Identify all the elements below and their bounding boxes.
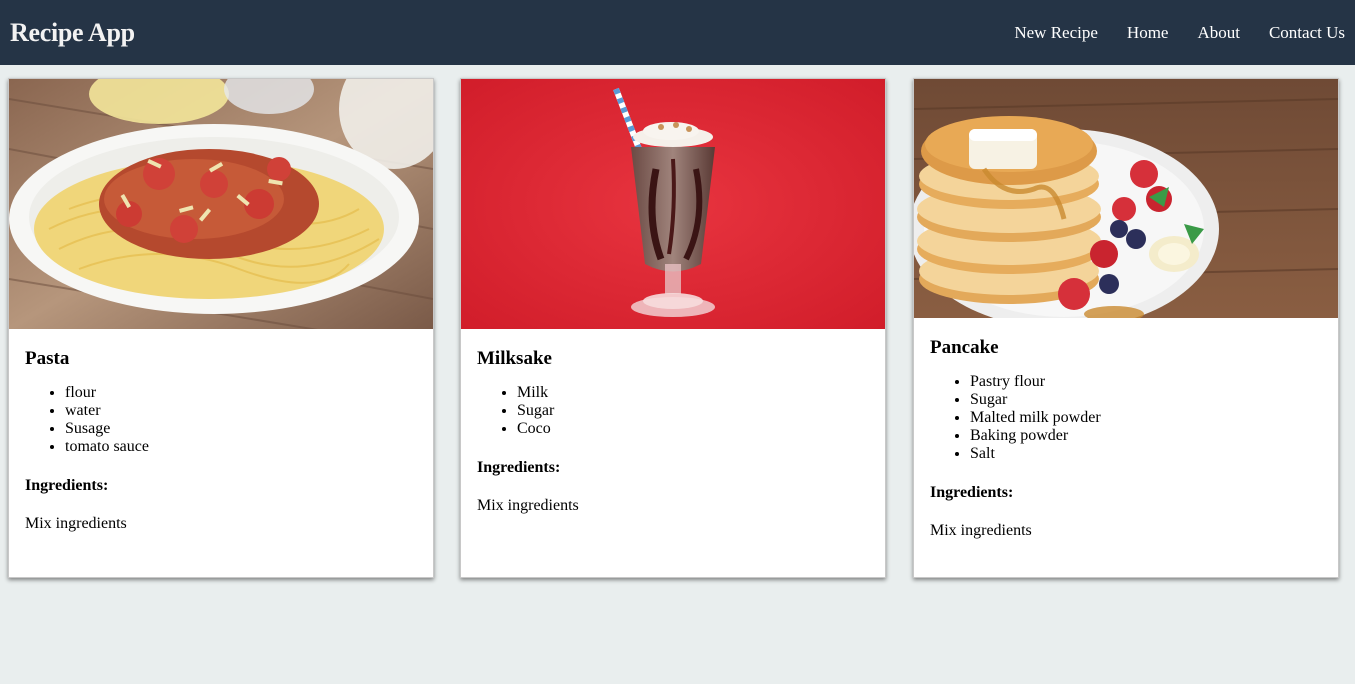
ingredient-list: Milk Sugar Coco [477, 384, 869, 438]
milkshake-image [461, 79, 885, 329]
recipe-title: Milksake [477, 348, 552, 369]
ingredient-list: flour water Susage tomato sauce [25, 384, 417, 456]
ingredients-heading: Ingredients: [930, 484, 1014, 501]
app-brand[interactable]: Recipe App [10, 18, 135, 48]
recipe-instructions: Mix ingredients [930, 522, 1032, 539]
pasta-card-body: Pasta flour water Susage tomato sauce In… [9, 348, 433, 533]
milkshake-card-body: Milksake Milk Sugar Coco Ingredients: Mi… [461, 348, 885, 515]
recipe-title: Pancake [930, 337, 999, 358]
recipe-instructions: Mix ingredients [25, 515, 127, 532]
ingredient-item: Coco [517, 420, 869, 438]
ingredients-heading: Ingredients: [477, 459, 561, 476]
ingredient-item: Susage [65, 420, 417, 438]
ingredient-item: water [65, 402, 417, 420]
nav-new-recipe[interactable]: New Recipe [1014, 23, 1098, 43]
nav-home[interactable]: Home [1127, 23, 1169, 43]
ingredient-item: Sugar [970, 391, 1322, 409]
nav-about[interactable]: About [1197, 23, 1240, 43]
ingredient-item: tomato sauce [65, 438, 417, 456]
pasta-image [9, 79, 433, 329]
pancake-image [914, 79, 1338, 318]
ingredient-item: Salt [970, 445, 1322, 463]
nav-contact-us[interactable]: Contact Us [1269, 23, 1345, 43]
recipe-title: Pasta [25, 348, 70, 369]
recipe-instructions: Mix ingredients [477, 497, 579, 514]
ingredient-item: Milk [517, 384, 869, 402]
recipe-card-pancake[interactable]: Pancake Pastry flour Sugar Malted milk p… [913, 78, 1339, 578]
recipe-card-pasta[interactable]: Pasta flour water Susage tomato sauce In… [8, 78, 434, 578]
ingredients-heading: Ingredients: [25, 477, 109, 494]
ingredient-item: Baking powder [970, 427, 1322, 445]
ingredient-item: flour [65, 384, 417, 402]
pancake-card-body: Pancake Pastry flour Sugar Malted milk p… [914, 337, 1338, 540]
ingredient-item: Malted milk powder [970, 409, 1322, 427]
top-navbar: Recipe App New Recipe Home About Contact… [0, 0, 1355, 65]
ingredient-list: Pastry flour Sugar Malted milk powder Ba… [930, 373, 1322, 463]
recipe-card-grid: Pasta flour water Susage tomato sauce In… [0, 65, 1355, 684]
nav-links: New Recipe Home About Contact Us [985, 23, 1345, 43]
ingredient-item: Pastry flour [970, 373, 1322, 391]
recipe-card-milkshake[interactable]: Milksake Milk Sugar Coco Ingredients: Mi… [460, 78, 886, 578]
ingredient-item: Sugar [517, 402, 869, 420]
